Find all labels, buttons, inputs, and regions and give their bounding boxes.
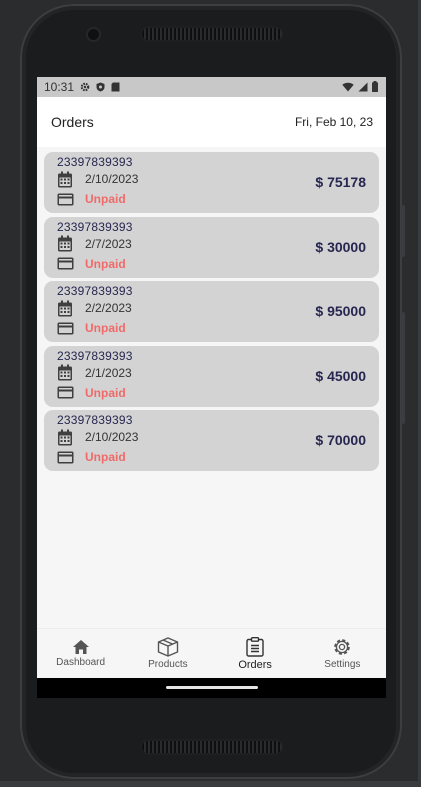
- order-card[interactable]: 23397839393 2/10/2023 Unpaid $ 75178: [44, 152, 379, 213]
- payment-status: Unpaid: [85, 192, 126, 206]
- nav-label: Orders: [238, 658, 272, 671]
- order-amount: $ 70000: [315, 432, 366, 448]
- order-amount: $ 95000: [315, 303, 366, 319]
- earpiece-speaker: [142, 28, 282, 40]
- wifi-icon: [342, 82, 354, 91]
- sd-card-icon: [111, 82, 120, 92]
- clipboard-icon: [246, 636, 264, 657]
- nav-item-products[interactable]: Products: [124, 629, 211, 678]
- nav-item-orders[interactable]: Orders: [212, 629, 299, 678]
- bottom-speaker: [142, 741, 282, 753]
- gear-icon: [334, 639, 351, 655]
- credit-card-icon: [57, 193, 79, 206]
- payment-status: Unpaid: [85, 385, 126, 400]
- order-amount: $ 30000: [315, 238, 366, 255]
- signal-icon: [358, 82, 368, 91]
- calendar-icon: [57, 364, 79, 381]
- shield-icon: [96, 82, 105, 92]
- payment-status: Unpaid: [85, 256, 126, 271]
- order-date: 2/7/2023: [85, 236, 132, 251]
- page-title: Orders: [51, 114, 94, 130]
- nav-label: Products: [148, 659, 188, 670]
- order-id: 23397839393: [57, 413, 133, 427]
- order-amount: $ 75178: [315, 174, 366, 190]
- nav-item-settings[interactable]: Settings: [299, 629, 386, 678]
- front-camera: [88, 29, 99, 40]
- status-time: 10:31: [44, 80, 75, 94]
- order-id: 23397839393: [57, 284, 133, 298]
- app-header: Orders Fri, Feb 10, 23: [37, 97, 386, 147]
- order-date: 2/1/2023: [85, 365, 132, 380]
- emulator-edge-bottom: [0, 781, 421, 787]
- credit-card-icon: [57, 322, 79, 335]
- nav-label: Settings: [324, 659, 361, 670]
- header-date: Fri, Feb 10, 23: [294, 115, 373, 129]
- calendar-icon: [57, 429, 79, 446]
- calendar-icon: [57, 171, 79, 188]
- order-id: 23397839393: [57, 219, 133, 234]
- order-date: 2/10/2023: [85, 172, 139, 186]
- bottom-navigation: Dashboard Products Orders Settings: [37, 628, 386, 678]
- order-card[interactable]: 23397839393 2/10/2023 Unpaid $ 70000: [44, 410, 379, 471]
- home-gesture-bar[interactable]: [166, 686, 258, 689]
- order-id: 23397839393: [57, 348, 133, 363]
- order-list: 23397839393 2/10/2023 Unpaid $ 75178 233…: [37, 147, 386, 471]
- payment-status: Unpaid: [85, 321, 126, 335]
- payment-status: Unpaid: [85, 450, 126, 464]
- power-button[interactable]: [401, 312, 405, 424]
- order-card[interactable]: 23397839393 2/7/2023 Unpaid $ 30000: [44, 216, 379, 278]
- order-date: 2/10/2023: [85, 430, 139, 444]
- gear-icon: [80, 82, 90, 92]
- calendar-icon: [57, 235, 79, 252]
- credit-card-icon: [57, 257, 79, 270]
- calendar-icon: [57, 300, 79, 317]
- home-icon: [72, 640, 89, 654]
- status-bar: 10:31: [37, 77, 386, 97]
- order-id: 23397839393: [57, 155, 133, 169]
- gesture-area: [37, 678, 386, 698]
- order-date: 2/2/2023: [85, 301, 132, 315]
- nav-item-dashboard[interactable]: Dashboard: [37, 629, 124, 678]
- order-card[interactable]: 23397839393 2/2/2023 Unpaid $ 95000: [44, 281, 379, 342]
- credit-card-icon: [57, 451, 79, 464]
- battery-icon: [372, 81, 378, 92]
- box-icon: [157, 637, 179, 657]
- order-card[interactable]: 23397839393 2/1/2023 Unpaid $ 45000: [44, 345, 379, 407]
- credit-card-icon: [57, 386, 79, 399]
- volume-button[interactable]: [401, 205, 405, 257]
- order-amount: $ 45000: [315, 367, 366, 384]
- app-screen: 10:31 Orders Fri, Feb 10, 23 23397839393…: [37, 77, 386, 698]
- nav-label: Dashboard: [56, 657, 106, 668]
